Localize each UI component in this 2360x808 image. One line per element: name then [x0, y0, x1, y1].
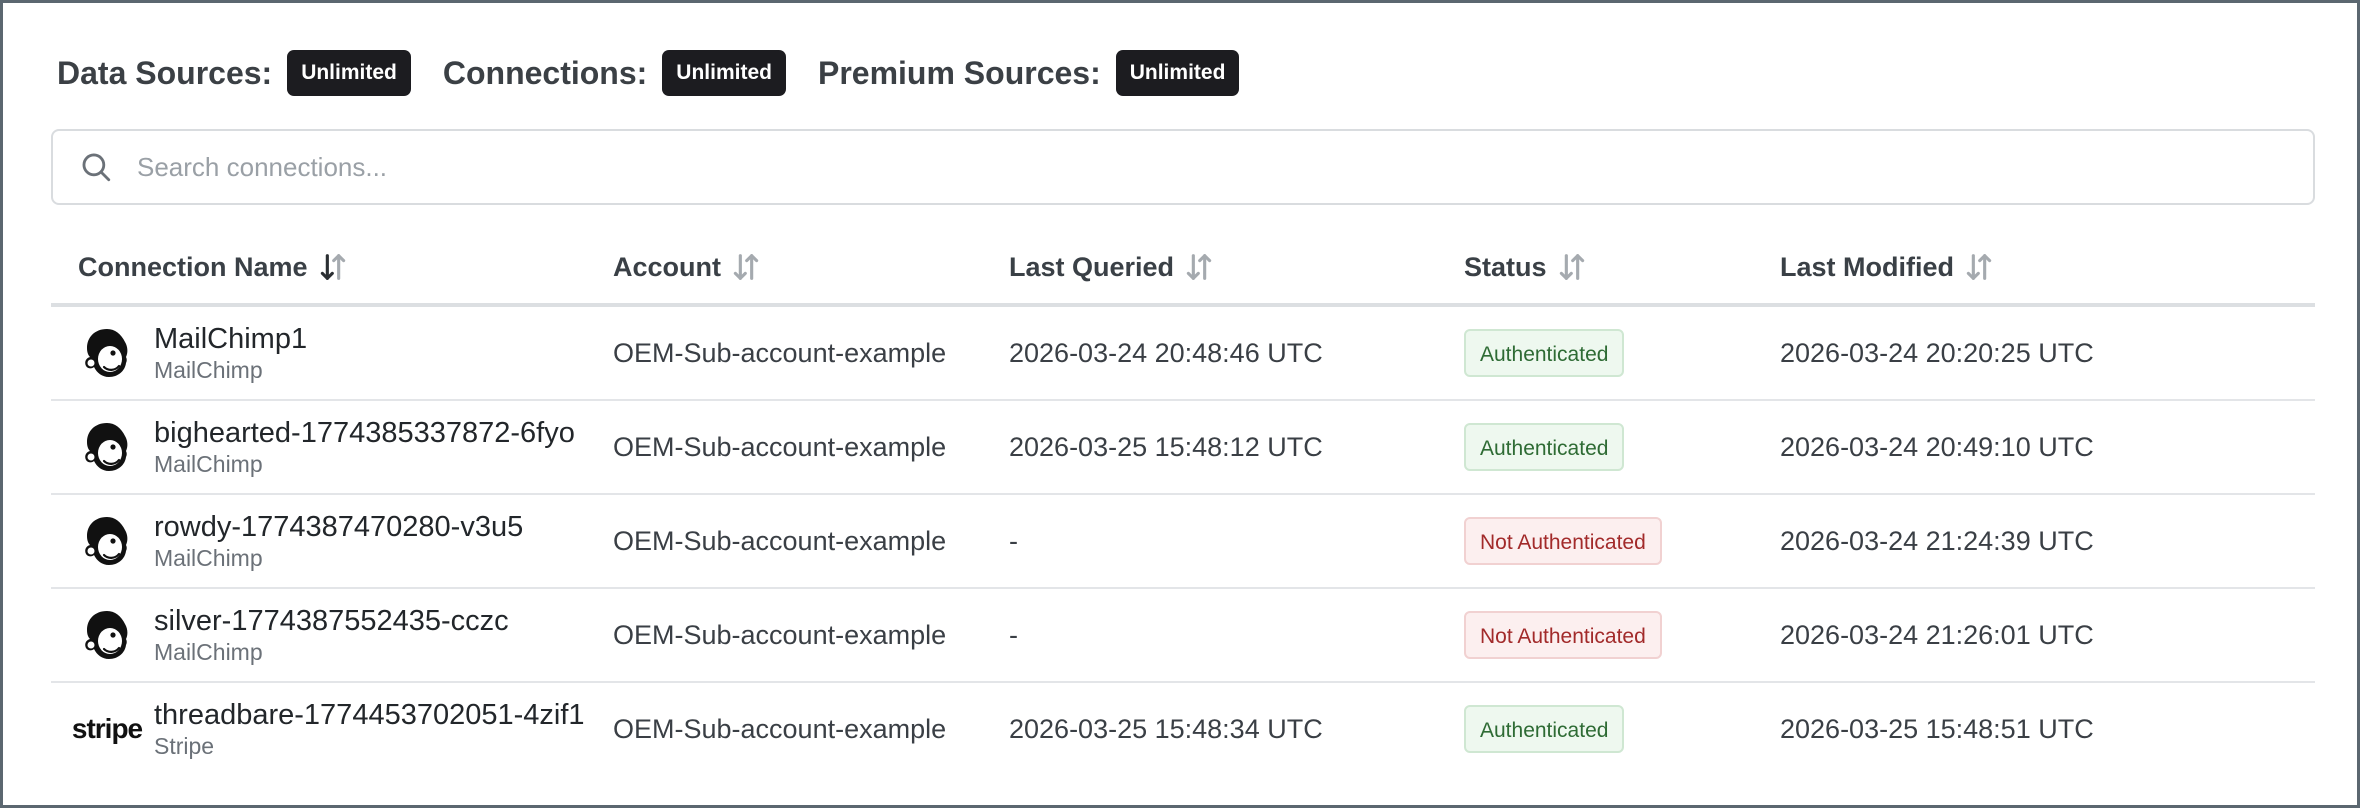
limit-premium-sources: Premium Sources: Unlimited: [817, 50, 1240, 96]
status-cell: Not Authenticated: [1464, 589, 1662, 681]
table-header: Connection Name Account Last Queried Sta…: [51, 231, 2315, 307]
account-cell: OEM-Sub-account-example: [613, 525, 947, 556]
last-modified-cell: 2026-03-25 15:48:51 UTC: [1780, 713, 2094, 744]
last-modified-cell: 2026-03-24 20:20:25 UTC: [1780, 337, 2094, 368]
mailchimp-icon: [76, 510, 138, 572]
last-modified-cell: 2026-03-24 20:49:10 UTC: [1780, 431, 2094, 462]
column-header-label: Last Modified: [1780, 251, 1954, 282]
connection-name-block: threadbare-1774453702051-4zif1 Stripe: [154, 698, 585, 760]
sort-icon: [1186, 254, 1212, 280]
column-header-connection-name[interactable]: Connection Name: [78, 231, 350, 303]
table-row[interactable]: rowdy-1774387470280-v3u5 MailChimp OEM-S…: [51, 495, 2315, 589]
last-queried-cell: 2026-03-24 20:48:46 UTC: [1009, 337, 1323, 368]
mailchimp-icon: [76, 416, 138, 478]
connections-table: Connection Name Account Last Queried Sta…: [51, 231, 2315, 775]
connection-name-block: silver-1774387552435-cczc MailChimp: [154, 604, 509, 666]
connection-cell: rowdy-1774387470280-v3u5 MailChimp: [76, 495, 523, 587]
limit-badge: Unlimited: [1115, 50, 1240, 96]
connection-name-block: bighearted-1774385337872-6fyo MailChimp: [154, 416, 575, 478]
mailchimp-icon: [76, 604, 138, 666]
connection-name-block: rowdy-1774387470280-v3u5 MailChimp: [154, 510, 523, 572]
table-body: MailChimp1 MailChimp OEM-Sub-account-exa…: [51, 307, 2315, 775]
status-badge: Authenticated: [1464, 705, 1625, 753]
account-cell: OEM-Sub-account-example: [613, 431, 947, 462]
limit-label: Data Sources:: [57, 54, 273, 91]
column-header-status[interactable]: Status: [1464, 231, 1589, 303]
connection-cell: MailChimp1 MailChimp: [76, 307, 307, 399]
last-modified-cell: 2026-03-24 21:26:01 UTC: [1780, 619, 2094, 650]
connection-name[interactable]: rowdy-1774387470280-v3u5: [154, 510, 523, 544]
connection-name[interactable]: threadbare-1774453702051-4zif1: [154, 698, 585, 732]
connection-cell: stripe threadbare-1774453702051-4zif1 St…: [72, 683, 585, 775]
status-cell: Not Authenticated: [1464, 495, 1662, 587]
table-row[interactable]: stripe threadbare-1774453702051-4zif1 St…: [51, 683, 2315, 775]
last-modified-cell: 2026-03-24 21:24:39 UTC: [1780, 525, 2094, 556]
connection-type: Stripe: [154, 733, 215, 759]
limit-label: Premium Sources:: [817, 54, 1101, 91]
status-badge: Authenticated: [1464, 423, 1625, 471]
table-row[interactable]: silver-1774387552435-cczc MailChimp OEM-…: [51, 589, 2315, 683]
connection-type: MailChimp: [154, 357, 263, 383]
column-header-label: Last Queried: [1009, 251, 1175, 282]
status-badge: Not Authenticated: [1464, 517, 1662, 565]
sort-icon: [733, 254, 759, 280]
sort-icon: [1559, 254, 1584, 280]
connection-cell: silver-1774387552435-cczc MailChimp: [76, 589, 509, 681]
status-cell: Authenticated: [1464, 307, 1625, 399]
account-cell: OEM-Sub-account-example: [613, 713, 947, 744]
limit-label: Connections:: [442, 54, 648, 91]
stripe-logo-text: stripe: [71, 713, 143, 744]
column-header-label: Account: [613, 251, 721, 282]
connection-type: MailChimp: [154, 639, 263, 665]
connections-panel: Data Sources: Unlimited Connections: Unl…: [0, 0, 2360, 808]
connection-type: MailChimp: [154, 451, 263, 477]
account-cell: OEM-Sub-account-example: [613, 619, 947, 650]
limit-badge: Unlimited: [287, 50, 411, 96]
status-cell: Authenticated: [1464, 401, 1625, 493]
connection-name[interactable]: bighearted-1774385337872-6fyo: [154, 416, 575, 450]
stripe-logo: stripe: [72, 698, 143, 760]
column-header-last-queried[interactable]: Last Queried: [1009, 231, 1216, 303]
limit-data-sources: Data Sources: Unlimited: [57, 50, 411, 96]
last-queried-cell: -: [1009, 619, 1018, 650]
connection-type: MailChimp: [154, 545, 263, 571]
table-row[interactable]: bighearted-1774385337872-6fyo MailChimp …: [51, 401, 2315, 495]
search-icon: [82, 153, 111, 182]
status-badge: Not Authenticated: [1464, 611, 1662, 659]
connection-cell: bighearted-1774385337872-6fyo MailChimp: [76, 401, 575, 493]
limit-connections: Connections: Unlimited: [443, 50, 786, 96]
sort-desc-icon: [320, 254, 345, 280]
table-row[interactable]: MailChimp1 MailChimp OEM-Sub-account-exa…: [51, 307, 2315, 401]
last-queried-cell: -: [1009, 525, 1018, 556]
last-queried-cell: 2026-03-25 15:48:12 UTC: [1009, 431, 1323, 462]
mailchimp-icon: [76, 322, 138, 384]
column-header-label: Connection Name: [78, 251, 308, 282]
column-header-label: Status: [1464, 251, 1547, 282]
status-badge: Authenticated: [1464, 329, 1625, 377]
connection-name-block: MailChimp1 MailChimp: [154, 322, 307, 384]
connection-name[interactable]: MailChimp1: [154, 322, 307, 356]
column-header-last-modified[interactable]: Last Modified: [1780, 231, 1996, 303]
plan-limits: Data Sources: Unlimited Connections: Unl…: [57, 49, 1271, 97]
last-queried-cell: 2026-03-25 15:48:34 UTC: [1009, 713, 1323, 744]
search-input[interactable]: [135, 136, 2313, 198]
status-cell: Authenticated: [1464, 683, 1625, 775]
search-box[interactable]: [51, 129, 2315, 205]
limit-badge: Unlimited: [662, 50, 786, 96]
account-cell: OEM-Sub-account-example: [613, 337, 947, 368]
column-header-account[interactable]: Account: [613, 231, 763, 303]
sort-icon: [1966, 254, 1992, 280]
connection-name[interactable]: silver-1774387552435-cczc: [154, 604, 509, 638]
